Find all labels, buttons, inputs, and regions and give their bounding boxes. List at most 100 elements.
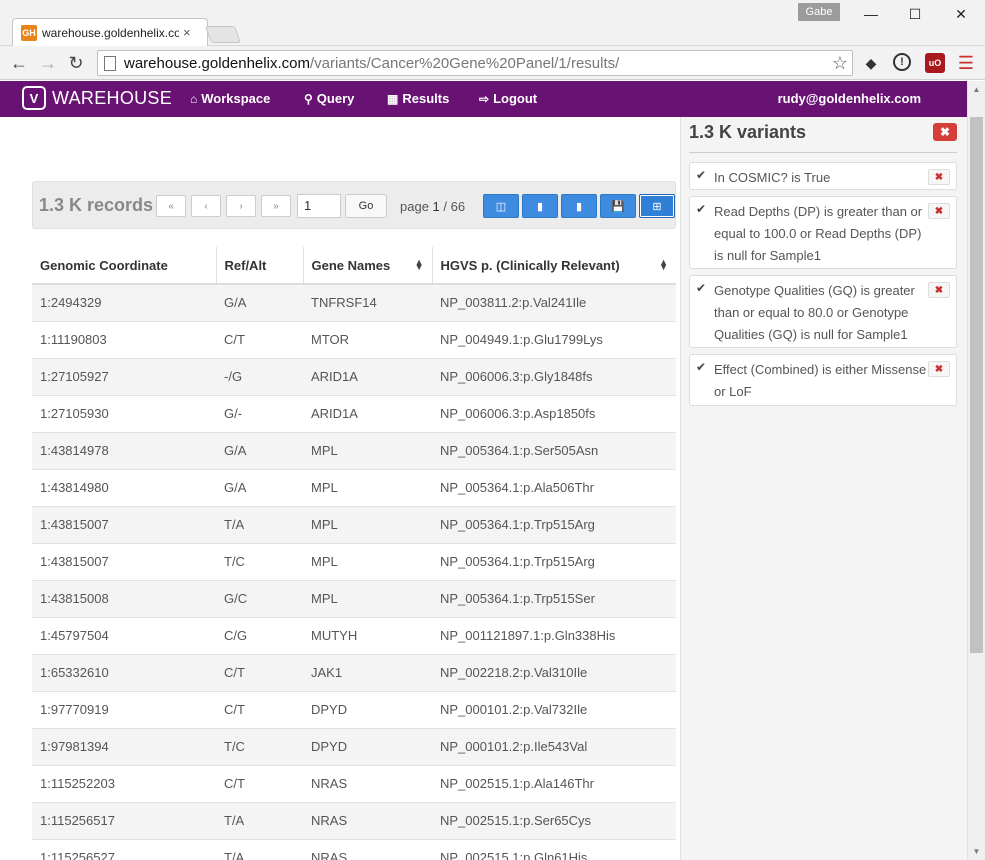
table-row[interactable]: 1:43814980 G/A MPL NP_005364.1:p.Ala506Thr [32,468,676,506]
evernote-icon[interactable]: ◆ [861,53,881,73]
column-header-hgvs[interactable]: HGVS p. (Clinically Relevant) ▲ ▼ [432,247,676,285]
remove-filter-button[interactable]: ✖ [928,361,950,377]
table-row[interactable]: 1:2494329 G/A TNFRSF14 NP_003811.2:p.Val241… [32,283,676,321]
last-page-button[interactable]: » [261,195,291,217]
table-cell: NP_005364.1:p.Trp515Ser [432,579,676,617]
user-email[interactable]: rudy@goldenhelix.com [778,91,921,106]
table-icon: ▦ [387,91,399,106]
remove-filter-button[interactable]: ✖ [928,282,950,298]
browser-titlebar: GH warehouse.goldenhelix.co × Gabe — ☐ ✕ [0,0,985,46]
profile-button[interactable]: Gabe [798,3,840,21]
table-cell: NRAS [303,838,432,860]
page-number-input[interactable]: 1 [297,194,341,218]
table-cell: DPYD [303,727,432,765]
filter-text: Effect (Combined) is either Missense or … [714,362,927,399]
column-header-gene[interactable]: Gene Names ▲ ▼ [303,247,433,285]
url-domain: warehouse.goldenhelix.com [124,54,310,72]
browser-tab[interactable]: GH warehouse.goldenhelix.co × [12,18,208,46]
table-cell: NP_003811.2:p.Val241Ile [432,283,676,321]
page-scrollbar[interactable]: ▲ ▼ [967,81,985,860]
scroll-down-arrow-icon[interactable]: ▼ [968,843,985,860]
nav-workspace[interactable]: ⌂ Workspace [190,91,270,106]
table-row[interactable]: 1:43815007 T/C MPL NP_005364.1:p.Trp515Arg [32,542,676,580]
variants-count: 1.3 K variants [689,122,807,142]
new-tab-button[interactable] [204,26,242,43]
close-panel-button[interactable]: ✖ [933,123,957,141]
sort-icon[interactable]: ▲ ▼ [659,258,668,272]
table-row[interactable]: 1:97981394 T/C DPYD NP_000101.2:p.Ile543Val [32,727,676,765]
back-icon[interactable]: ← [8,52,30,74]
table-cell: T/C [216,727,303,765]
table-row[interactable]: 1:43815007 T/A MPL NP_005364.1:p.Trp515Arg [32,505,676,543]
table-cell: TNFRSF14 [303,283,432,321]
menu-icon[interactable]: ☰ [956,53,976,73]
table-cell: 1:11190803 [32,320,216,358]
table-cell: G/- [216,394,303,432]
table-cell: C/G [216,616,303,654]
tab-close-icon[interactable]: × [183,25,191,40]
filter-text: In COSMIC? is True [714,170,831,185]
table-cell: NP_005364.1:p.Trp515Arg [432,542,676,580]
prev-page-button[interactable]: ‹ [191,195,221,217]
close-window-icon[interactable]: ✕ [946,4,976,24]
table-row[interactable]: 1:43815008 G/C MPL NP_005364.1:p.Trp515Ser [32,579,676,617]
grid-view-button[interactable]: ⊞ [639,194,675,218]
table-cell: 1:115256517 [32,801,216,839]
reload-icon[interactable]: ↻ [65,52,87,74]
checkmark-icon[interactable]: ✔ [696,361,708,373]
table-row[interactable]: 1:65332610 C/T JAK1 NP_002218.2:p.Val310Ile [32,653,676,691]
table-row[interactable]: 1:97770919 C/T DPYD NP_000101.2:p.Val732Ile [32,690,676,728]
table-cell: NP_006006.3:p.Gly1848fs [432,357,676,395]
nav-results[interactable]: ▦ Results [387,91,449,106]
minimize-icon[interactable]: — [856,4,886,24]
table-cell: NRAS [303,801,432,839]
table-cell: T/A [216,838,303,860]
table-cell: NP_005364.1:p.Ser505Asn [432,431,676,469]
logout-icon: ⇨ [479,91,490,106]
export-button[interactable]: ▮ [522,194,558,218]
table-cell: MPL [303,542,432,580]
records-toolbar: 1.3 K records « ‹ › » 1 Go page 1 / 66 ◫… [32,181,676,229]
address-bar[interactable]: warehouse.goldenhelix.com/variants/Cance… [97,50,853,76]
scroll-thumb[interactable] [970,117,983,653]
table-row[interactable]: 1:43814978 G/A MPL NP_005364.1:p.Ser505Asn [32,431,676,469]
nav-logout[interactable]: ⇨ Logout [479,91,537,106]
filter-item: ✔ Effect (Combined) is either Missense o… [689,354,957,406]
column-header[interactable]: Ref/Alt [216,247,304,285]
go-button[interactable]: Go [345,194,387,218]
remove-filter-button[interactable]: ✖ [928,169,950,185]
table-row[interactable]: 1:115252203 C/T NRAS NP_002515.1:p.Ala146Th… [32,764,676,802]
next-page-button[interactable]: › [226,195,256,217]
table-cell: NRAS [303,764,432,802]
checkmark-icon[interactable]: ✔ [696,169,708,181]
bookmark-star-icon[interactable]: ☆ [832,53,848,74]
scroll-up-arrow-icon[interactable]: ▲ [968,81,985,98]
table-row[interactable]: 1:27105927 -/G ARID1A NP_006006.3:p.Gly1848… [32,357,676,395]
table-row[interactable]: 1:115256517 T/A NRAS NP_002515.1:p.Ser65Cys [32,801,676,839]
brand-link[interactable]: V WAREHOUSE [22,86,172,110]
filter-text: Read Depths (DP) is greater than or equa… [714,204,923,263]
forward-icon[interactable]: → [37,52,59,74]
info-extension-icon[interactable]: ! [893,53,911,71]
first-page-button[interactable]: « [156,195,186,217]
table-cell: G/A [216,468,303,506]
nav-query[interactable]: ⚲ Query [304,91,354,106]
divider [689,152,957,153]
checkmark-icon[interactable]: ✔ [696,203,708,215]
remove-filter-button[interactable]: ✖ [928,203,950,219]
filter-item: ✔ Read Depths (DP) is greater than or eq… [689,196,957,269]
sort-icon[interactable]: ▲ ▼ [415,258,424,272]
table-cell: T/A [216,505,303,543]
checkmark-icon[interactable]: ✔ [696,282,708,294]
column-header[interactable]: Genomic Coordinate [32,247,217,285]
report-button[interactable]: ▮ [561,194,597,218]
variants-table: Genomic Coordinate Ref/Alt Gene Names ▲ ▼ … [32,247,676,860]
maximize-icon[interactable]: ☐ [900,4,930,24]
table-row[interactable]: 1:45797504 C/G MUTYH NP_001121897.1:p.Gln33… [32,616,676,654]
ublock-icon[interactable]: uO [925,53,945,73]
table-row[interactable]: 1:11190803 C/T MTOR NP_004949.1:p.Glu1799Ly… [32,320,676,358]
save-button[interactable]: 💾 [600,194,636,218]
table-row[interactable]: 1:115256527 T/A NRAS NP_002515.1:p.Gln61His [32,838,676,860]
columns-button[interactable]: ◫ [483,194,519,218]
table-row[interactable]: 1:27105930 G/- ARID1A NP_006006.3:p.Asp1850… [32,394,676,432]
